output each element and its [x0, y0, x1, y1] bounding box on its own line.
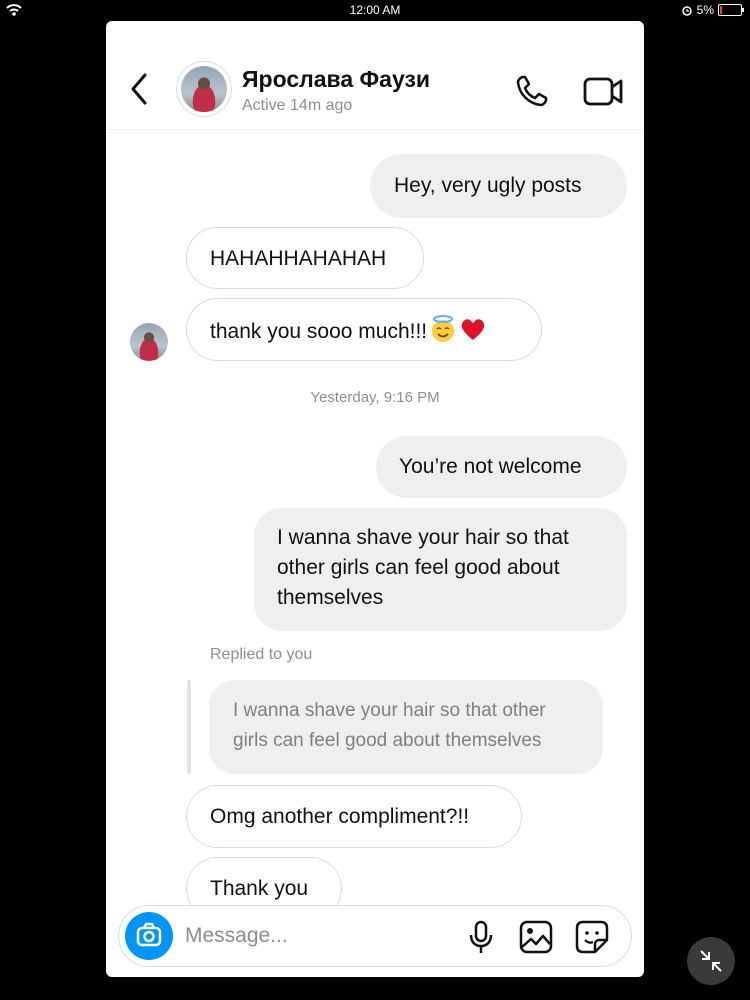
message-received[interactable]: thank you sooo much!!!: [186, 298, 542, 361]
battery-icon: [718, 4, 744, 16]
message-sent[interactable]: You’re not welcome: [376, 436, 627, 498]
camera-button[interactable]: [125, 912, 173, 960]
message-timestamp: Yesterday, 9:16 PM: [310, 389, 440, 406]
quoted-message[interactable]: I wanna shave your hair so that other gi…: [209, 680, 603, 774]
message-sent[interactable]: I wanna shave your hair so that other gi…: [254, 508, 627, 631]
sticker-icon[interactable]: [575, 920, 609, 954]
contact-name[interactable]: Ярослава Фаузи: [242, 66, 430, 93]
status-bar: 12:00 AM 5%: [0, 0, 750, 22]
collapse-icon: [700, 950, 722, 972]
video-icon[interactable]: [582, 73, 624, 109]
message-text: thank you sooo much!!!: [210, 320, 428, 343]
camera-icon: [136, 922, 162, 947]
image-icon[interactable]: [519, 920, 553, 954]
chat-header: Ярослава Фаузи Active 14m ago: [106, 21, 644, 130]
contact-avatar[interactable]: [176, 61, 232, 117]
mic-icon[interactable]: [467, 919, 495, 955]
message-composer: [118, 905, 632, 967]
message-input[interactable]: [185, 918, 385, 954]
sender-avatar[interactable]: [130, 323, 168, 361]
back-icon[interactable]: [128, 71, 150, 107]
contact-status: Active 14m ago: [242, 97, 353, 114]
message-received[interactable]: HAHAHHAHAHAH: [186, 227, 424, 289]
status-time: 12:00 AM: [349, 3, 401, 17]
message-sent[interactable]: Hey, very ugly posts: [370, 154, 627, 218]
collapse-button[interactable]: [687, 937, 735, 985]
phone-icon[interactable]: [514, 73, 550, 109]
heart-emoji-icon: [461, 319, 485, 340]
chat-window: Ярослава Фаузи Active 14m ago Hey, very …: [106, 21, 644, 977]
halo-emoji-icon: [432, 315, 455, 342]
alarm-icon: [681, 6, 692, 16]
message-received[interactable]: Omg another compliment?!!: [186, 785, 522, 848]
reply-indicator-bar: [187, 680, 191, 774]
battery-percent: 5%: [696, 3, 714, 17]
replied-label: Replied to you: [210, 646, 313, 663]
